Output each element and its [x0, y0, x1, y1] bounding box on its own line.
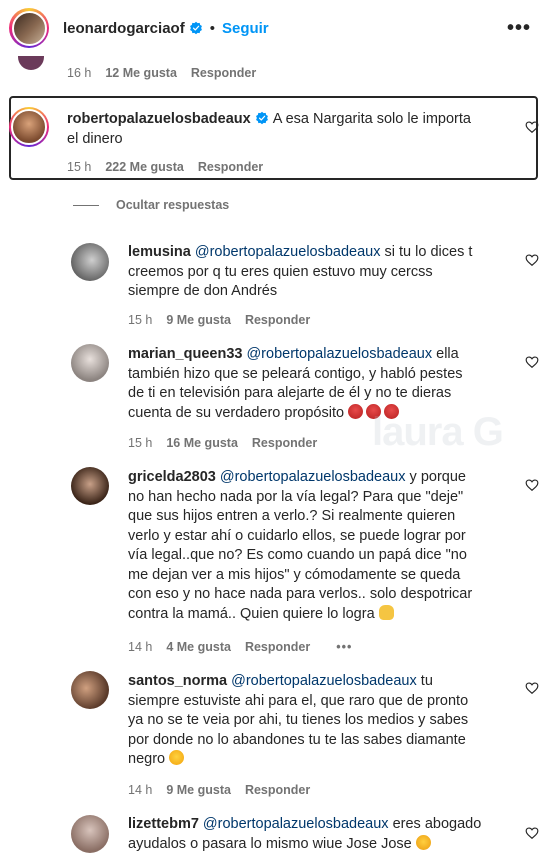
main-comment-likes[interactable]: 222 Me gusta — [105, 160, 184, 174]
reply-body: siempre estuviste ahi para el, que raro … — [128, 692, 469, 709]
main-comment-text: robertopalazuelosbadeaux A esa Nargarita … — [67, 110, 507, 149]
raised-hands-emoji-icon — [378, 604, 394, 620]
mention-link[interactable]: @robertopalazuelosbadeaux — [203, 816, 389, 832]
reply-avatar-marian-queen33[interactable] — [71, 344, 109, 382]
separator-dot: • — [209, 19, 215, 37]
more-options-icon[interactable]: ••• — [507, 18, 531, 38]
prev-comment-reply-button[interactable]: Responder — [191, 66, 256, 80]
reply-username[interactable]: lemusina — [128, 244, 191, 260]
reply-time: 15 h — [128, 436, 153, 450]
hide-replies-line — [73, 204, 99, 206]
main-comment-avatar[interactable] — [9, 107, 49, 147]
reply-meta-marian-queen33: 15 h 16 Me gusta Responder — [128, 436, 331, 450]
main-comment-body-2: el dinero — [67, 130, 123, 147]
sad-face-emoji-icon — [415, 834, 431, 850]
heart-outline-icon[interactable] — [525, 355, 539, 369]
reply-likes[interactable]: 9 Me gusta — [166, 313, 231, 327]
reply-body: negro — [128, 751, 166, 767]
watermark-logo: laura G — [372, 410, 504, 454]
reply-body: que sus hijos entren a verlo.? Si realme… — [128, 508, 456, 524]
reply-text-gricelda2803: gricelda2803 @robertopalazuelosbadeaux y … — [128, 468, 523, 624]
reply-username[interactable]: marian_queen33 — [128, 346, 242, 362]
hide-replies-label: Ocultar respuestas — [116, 198, 230, 212]
mention-link[interactable]: @robertopalazuelosbadeaux — [220, 469, 406, 485]
reply-text-lizettebm7: lizettebm7 @robertopalazuelosbadeaux eres… — [128, 815, 523, 854]
reply-avatar-santos-norma[interactable] — [71, 671, 109, 709]
heart-outline-icon[interactable] — [525, 120, 539, 134]
reply-meta-lemusina: 15 h 9 Me gusta Responder — [128, 313, 324, 327]
reply-body: contra la mamá.. Quien quiere lo logra — [128, 605, 375, 622]
reply-text-santos-norma: santos_norma @robertopalazuelosbadeaux tu… — [128, 672, 523, 770]
verified-badge-icon — [189, 21, 202, 35]
header-username[interactable]: leonardogarciaof — [63, 20, 185, 37]
reply-time: 15 h — [128, 313, 153, 327]
reply-time: 14 h — [128, 640, 153, 654]
reply-button[interactable]: Responder — [252, 436, 317, 450]
main-comment-body-1: A esa Nargarita solo le importa — [272, 111, 471, 127]
verified-badge-icon — [255, 111, 268, 125]
reply-body: vía legal..que no? Es como cuando un pap… — [128, 547, 467, 563]
reply-meta-gricelda2803: 14 h 4 Me gusta Responder ••• — [128, 640, 366, 654]
reply-body: si tu lo dices t — [384, 244, 473, 260]
reply-body: eres abogado — [392, 816, 482, 832]
reply-time: 14 h — [128, 783, 153, 797]
angry-face-emoji-icon — [348, 403, 364, 419]
reply-body: de ti en televisión para alejarte de él … — [128, 385, 452, 401]
reply-body: también hizo que se peleará contigo, y h… — [128, 365, 463, 382]
reply-button[interactable]: Responder — [245, 313, 310, 327]
prev-comment-likes[interactable]: 12 Me gusta — [105, 66, 177, 80]
reply-body: ayudalos o pasara lo mismo wiue Jose Jos… — [128, 835, 412, 852]
reply-body: con eso y no hace nada para verlos.. sol… — [128, 586, 473, 602]
reply-avatar-gricelda2803[interactable] — [71, 467, 109, 505]
main-comment-reply-button[interactable]: Responder — [198, 160, 263, 174]
heart-outline-icon[interactable] — [525, 826, 539, 840]
reply-body: siempre de don Andrés — [128, 283, 278, 299]
reply-body: ella — [436, 346, 459, 362]
mention-link[interactable]: @robertopalazuelosbadeaux — [231, 673, 417, 689]
reply-likes[interactable]: 9 Me gusta — [166, 783, 231, 797]
reply-likes[interactable]: 4 Me gusta — [166, 640, 231, 654]
prev-comment-avatar[interactable] — [18, 56, 44, 70]
reply-body: creemos por q tu eres quien estuvo muy c… — [128, 263, 433, 280]
reply-body: tu — [420, 673, 433, 689]
prev-comment-meta: 16 h 12 Me gusta Responder — [67, 66, 270, 80]
heart-outline-icon[interactable] — [525, 681, 539, 695]
heart-outline-icon[interactable] — [525, 478, 539, 492]
main-comment-username[interactable]: robertopalazuelosbadeaux — [67, 111, 251, 127]
post-header: leonardogarciaof • Seguir ••• — [0, 0, 547, 56]
reply-meta-santos-norma: 14 h 9 Me gusta Responder — [128, 783, 324, 797]
more-options-icon[interactable]: ••• — [336, 640, 352, 654]
reply-button[interactable]: Responder — [245, 783, 310, 797]
main-comment-time: 15 h — [67, 160, 92, 174]
reply-body: ya no se te veia por ahi, tu tienes los … — [128, 712, 469, 728]
mention-link[interactable]: @robertopalazuelosbadeaux — [195, 244, 381, 260]
follow-button[interactable]: Seguir — [222, 20, 269, 37]
reply-username[interactable]: gricelda2803 — [128, 469, 216, 485]
main-comment-meta: 15 h 222 Me gusta Responder — [67, 160, 277, 174]
reply-text-lemusina: lemusina @robertopalazuelosbadeaux si tu … — [128, 243, 518, 302]
reply-body: verlo y estar ahí o cuidarlo ellos, se p… — [128, 527, 466, 544]
reply-body: me dejan ver a mis hijos" y cómodamente … — [128, 566, 461, 583]
reply-username[interactable]: lizettebm7 — [128, 816, 199, 832]
reply-body: por donde no lo abandones tu te las sabe… — [128, 731, 466, 748]
reply-body: no han hecho nada por la vía legal? Para… — [128, 488, 464, 505]
reply-avatar-lizettebm7[interactable] — [71, 815, 109, 853]
reply-avatar-lemusina[interactable] — [71, 243, 109, 281]
reply-likes[interactable]: 16 Me gusta — [166, 436, 238, 450]
reply-username[interactable]: santos_norma — [128, 673, 227, 689]
reply-body: y porque — [409, 469, 466, 485]
profile-avatar[interactable] — [9, 8, 49, 48]
heart-eyes-emoji-icon — [169, 750, 185, 765]
reply-button[interactable]: Responder — [245, 640, 310, 654]
prev-comment-time: 16 h — [67, 66, 92, 80]
reply-body: cuenta de su verdadero propósito — [128, 404, 345, 421]
hide-replies-button[interactable]: Ocultar respuestas — [73, 198, 229, 212]
mention-link[interactable]: @robertopalazuelosbadeaux — [246, 346, 432, 362]
heart-outline-icon[interactable] — [525, 253, 539, 267]
